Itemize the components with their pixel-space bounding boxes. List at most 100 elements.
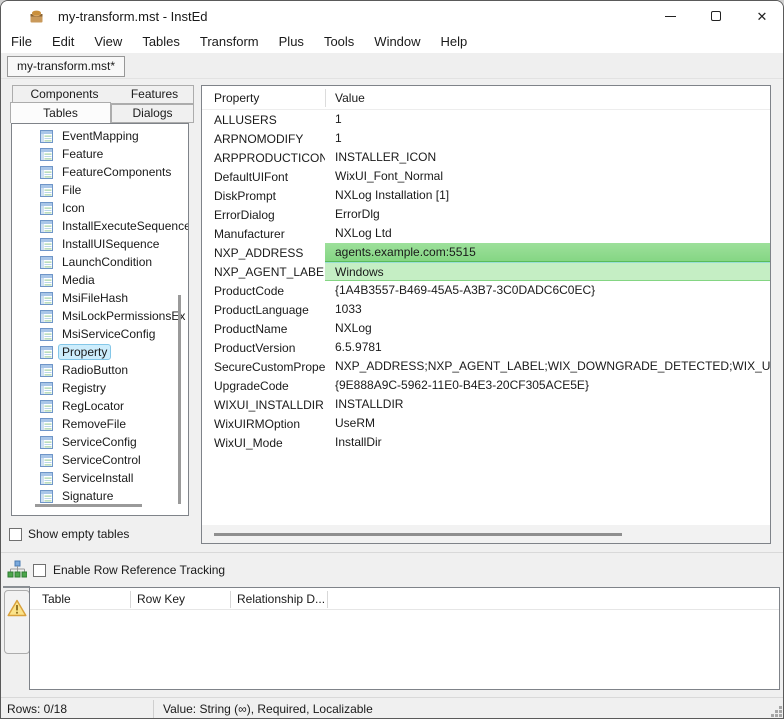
table-icon bbox=[40, 346, 53, 359]
property-row[interactable]: WIXUI_INSTALLDIR INSTALLDIR bbox=[202, 395, 770, 414]
resize-grip[interactable] bbox=[770, 705, 783, 718]
menu-item[interactable]: Help bbox=[431, 31, 478, 53]
table-name: Feature bbox=[58, 146, 107, 162]
tables-tree: EventMapping Feature bbox=[12, 127, 188, 505]
grid-horizontal-scrollbar[interactable] bbox=[214, 533, 622, 536]
table-tree-item[interactable]: Media bbox=[12, 271, 188, 289]
table-tree-item[interactable]: ServiceInstall bbox=[12, 469, 188, 487]
column-header-property[interactable]: Property bbox=[202, 91, 325, 105]
tab-tables[interactable]: Tables bbox=[10, 102, 111, 123]
property-row[interactable]: Manufacturer NXLog Ltd bbox=[202, 224, 770, 243]
property-value-cell[interactable]: NXLog bbox=[325, 319, 770, 338]
table-tree-item[interactable]: Signature bbox=[12, 487, 188, 505]
document-tab[interactable]: my-transform.mst* bbox=[7, 56, 125, 77]
property-value-cell[interactable]: {9E888A9C-5962-11E0-B4E3-20CF305ACE5E} bbox=[325, 376, 770, 395]
minimize-button[interactable] bbox=[647, 1, 693, 31]
property-value-cell[interactable]: Windows bbox=[325, 262, 770, 281]
property-value-cell[interactable]: UseRM bbox=[325, 414, 770, 433]
menu-item[interactable]: Plus bbox=[269, 31, 314, 53]
property-row[interactable]: ErrorDialog ErrorDlg bbox=[202, 205, 770, 224]
property-row[interactable]: NXP_AGENT_LABEL Windows bbox=[202, 262, 770, 281]
close-button[interactable]: ✕ bbox=[739, 1, 784, 31]
property-row[interactable]: ALLUSERS 1 bbox=[202, 110, 770, 129]
property-value-cell[interactable]: 1 bbox=[325, 129, 770, 148]
property-row[interactable]: DiskPrompt NXLog Installation [1] bbox=[202, 186, 770, 205]
property-row[interactable]: DefaultUIFont WixUI_Font_Normal bbox=[202, 167, 770, 186]
property-row[interactable]: NXP_ADDRESS agents.example.com:5515 bbox=[202, 243, 770, 262]
property-name-cell: NXP_ADDRESS bbox=[202, 246, 325, 260]
table-tree-item[interactable]: RegLocator bbox=[12, 397, 188, 415]
column-divider[interactable] bbox=[230, 591, 231, 608]
column-header-table[interactable]: Table bbox=[42, 592, 71, 606]
column-divider[interactable] bbox=[327, 591, 328, 608]
table-tree-item[interactable]: EventMapping bbox=[12, 127, 188, 145]
row-reference-tracking-checkbox[interactable] bbox=[33, 564, 46, 577]
property-row[interactable]: ProductCode {1A4B3557-B469-45A5-A3B7-3C0… bbox=[202, 281, 770, 300]
table-tree-item[interactable]: InstallUISequence bbox=[12, 235, 188, 253]
table-name: File bbox=[58, 182, 85, 198]
menu-item[interactable]: View bbox=[84, 31, 132, 53]
menu-item[interactable]: Window bbox=[364, 31, 430, 53]
property-row[interactable]: ARPNOMODIFY 1 bbox=[202, 129, 770, 148]
table-tree-item[interactable]: ServiceConfig bbox=[12, 433, 188, 451]
menu-item[interactable]: Tables bbox=[132, 31, 190, 53]
table-tree-item[interactable]: MsiLockPermissionsEx bbox=[12, 307, 188, 325]
table-tree-item[interactable]: RadioButton bbox=[12, 361, 188, 379]
property-row[interactable]: ProductName NXLog bbox=[202, 319, 770, 338]
property-value-cell[interactable]: ErrorDlg bbox=[325, 205, 770, 224]
property-row[interactable]: WixUI_Mode InstallDir bbox=[202, 433, 770, 452]
menu-item[interactable]: Edit bbox=[42, 31, 84, 53]
tree-vertical-scrollbar[interactable] bbox=[178, 295, 181, 504]
table-tree-item[interactable]: ServiceControl bbox=[12, 451, 188, 469]
property-value-cell[interactable]: {1A4B3557-B469-45A5-A3B7-3C0DADC6C0EC} bbox=[325, 281, 770, 300]
table-tree-item[interactable]: Icon bbox=[12, 199, 188, 217]
property-row[interactable]: WixUIRMOption UseRM bbox=[202, 414, 770, 433]
issues-tab[interactable] bbox=[4, 590, 30, 654]
table-tree-item[interactable]: Registry bbox=[12, 379, 188, 397]
property-row[interactable]: ProductVersion 6.5.9781 bbox=[202, 338, 770, 357]
table-icon bbox=[40, 400, 53, 413]
table-icon bbox=[40, 292, 53, 305]
tree-horizontal-scrollbar[interactable] bbox=[35, 504, 142, 507]
menu-item[interactable]: Transform bbox=[190, 31, 269, 53]
table-tree-item[interactable]: RemoveFile bbox=[12, 415, 188, 433]
property-value-cell[interactable]: NXLog Installation [1] bbox=[325, 186, 770, 205]
property-value-cell[interactable]: NXLog Ltd bbox=[325, 224, 770, 243]
property-value-cell[interactable]: WixUI_Font_Normal bbox=[325, 167, 770, 186]
property-value-cell[interactable]: 1 bbox=[325, 110, 770, 129]
column-header-value[interactable]: Value bbox=[325, 91, 365, 105]
property-value-cell[interactable]: agents.example.com:5515 bbox=[325, 243, 770, 262]
property-row[interactable]: UpgradeCode {9E888A9C-5962-11E0-B4E3-20C… bbox=[202, 376, 770, 395]
menu-item[interactable]: Tools bbox=[314, 31, 364, 53]
column-divider[interactable] bbox=[325, 89, 326, 107]
property-row[interactable]: ARPPRODUCTICON INSTALLER_ICON bbox=[202, 148, 770, 167]
property-value-cell[interactable]: NXP_ADDRESS;NXP_AGENT_LABEL;WIX_DOWNGRAD… bbox=[325, 357, 770, 376]
column-divider[interactable] bbox=[130, 591, 131, 608]
table-tree-item[interactable]: FeatureComponents bbox=[12, 163, 188, 181]
tab-dialogs[interactable]: Dialogs bbox=[111, 104, 194, 123]
menu-item[interactable]: File bbox=[1, 31, 42, 53]
property-value-cell[interactable]: 6.5.9781 bbox=[325, 338, 770, 357]
maximize-button[interactable] bbox=[693, 1, 739, 31]
property-value-cell[interactable]: InstallDir bbox=[325, 433, 770, 452]
show-empty-tables-checkbox[interactable] bbox=[9, 528, 22, 541]
property-value-cell[interactable]: 1033 bbox=[325, 300, 770, 319]
property-row[interactable]: SecureCustomProperties NXP_ADDRESS;NXP_A… bbox=[202, 357, 770, 376]
table-tree-item[interactable]: MsiServiceConfig bbox=[12, 325, 188, 343]
table-tree-item[interactable]: Property bbox=[12, 343, 188, 361]
property-value-cell[interactable]: INSTALLER_ICON bbox=[325, 148, 770, 167]
property-row[interactable]: ProductLanguage 1033 bbox=[202, 300, 770, 319]
column-header-relationship[interactable]: Relationship D... bbox=[237, 592, 325, 606]
property-name-cell: ProductVersion bbox=[202, 341, 325, 355]
property-value-cell[interactable]: INSTALLDIR bbox=[325, 395, 770, 414]
table-icon bbox=[40, 328, 53, 341]
tab-features[interactable]: Features bbox=[116, 85, 194, 104]
table-tree-item[interactable]: File bbox=[12, 181, 188, 199]
table-tree-item[interactable]: LaunchCondition bbox=[12, 253, 188, 271]
column-header-row-key[interactable]: Row Key bbox=[137, 592, 185, 606]
table-tree-item[interactable]: Feature bbox=[12, 145, 188, 163]
table-name: Signature bbox=[58, 488, 117, 504]
menu-bar: FileEditViewTablesTransformPlusToolsWind… bbox=[1, 31, 784, 53]
table-tree-item[interactable]: InstallExecuteSequence bbox=[12, 217, 188, 235]
table-tree-item[interactable]: MsiFileHash bbox=[12, 289, 188, 307]
